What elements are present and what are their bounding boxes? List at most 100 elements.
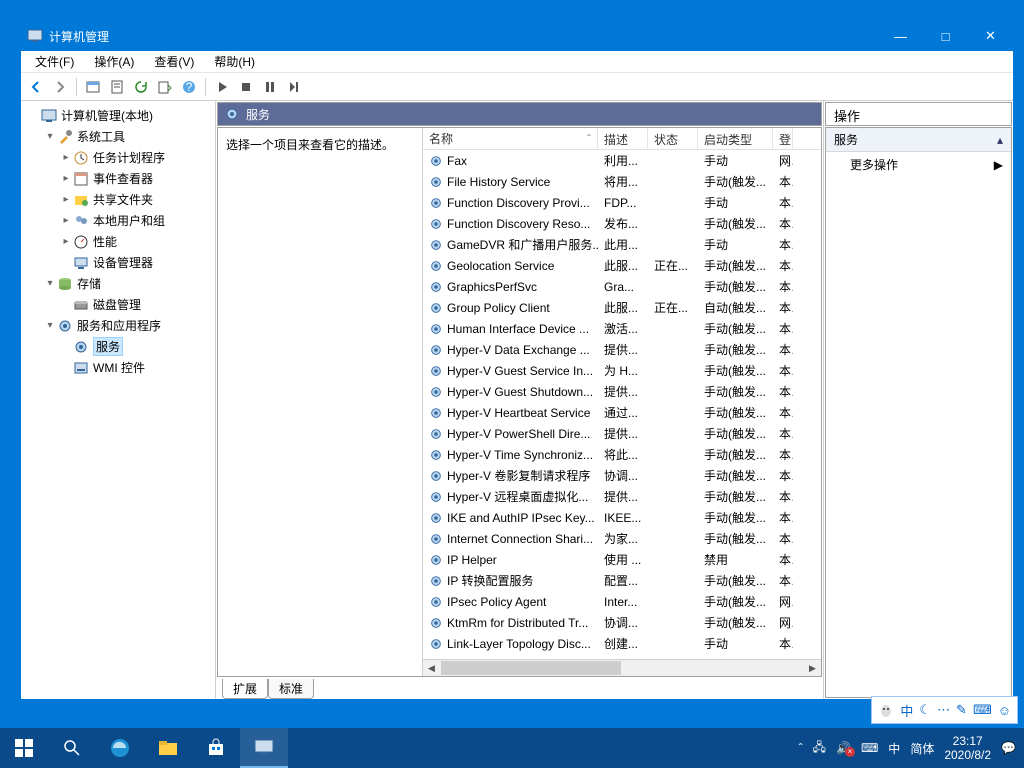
tray-notifications-icon[interactable]: 💬 (1001, 741, 1016, 755)
edge-icon[interactable] (96, 728, 144, 768)
back-button[interactable] (25, 76, 47, 98)
service-row[interactable]: Hyper-V Guest Service In...为 H...手动(触发..… (423, 360, 821, 381)
ime-wrench-icon[interactable]: ✎ (956, 702, 967, 718)
col-status[interactable]: 状态 (648, 128, 698, 149)
ime-smile-icon[interactable]: ☺ (998, 703, 1011, 718)
ime-lang-button[interactable]: 中 (900, 701, 913, 720)
service-row[interactable]: Human Interface Device ...激活...手动(触发...本 (423, 318, 821, 339)
start-button[interactable] (0, 728, 48, 768)
menu-view[interactable]: 查看(V) (146, 51, 202, 72)
maximize-button[interactable]: □ (923, 21, 968, 51)
tray-clock[interactable]: 23:17 2020/8/2 (944, 734, 991, 763)
tab-standard[interactable]: 标准 (268, 679, 314, 699)
service-row[interactable]: Hyper-V Heartbeat Service通过...手动(触发...本 (423, 402, 821, 423)
pause-service-button[interactable] (259, 76, 281, 98)
service-row[interactable]: Hyper-V Guest Shutdown...提供...手动(触发...本 (423, 381, 821, 402)
tray-volume-icon[interactable]: 🔊× (836, 741, 851, 755)
refresh-button[interactable] (130, 76, 152, 98)
service-row[interactable]: Function Discovery Reso...发布...手动(触发...本 (423, 213, 821, 234)
tree-twisty-icon[interactable]: ▸ (59, 152, 73, 163)
menu-help[interactable]: 帮助(H) (206, 51, 263, 72)
col-name[interactable]: 名称 (429, 130, 453, 147)
export-button[interactable] (154, 76, 176, 98)
actions-section[interactable]: 服务 ▴ (826, 128, 1011, 152)
ime-moon-icon[interactable]: ☾ (919, 702, 931, 718)
service-list[interactable]: Fax利用...手动网File History Service将用...手动(触… (423, 150, 821, 659)
service-row[interactable]: Link-Layer Topology Disc...创建...手动本 (423, 633, 821, 654)
store-icon[interactable] (192, 728, 240, 768)
titlebar[interactable]: 计算机管理 — □ ✕ (21, 21, 1013, 51)
tree-item-8[interactable]: ▾存储 (23, 273, 213, 294)
tree-twisty-icon[interactable]: ▾ (43, 320, 57, 331)
tab-extended[interactable]: 扩展 (222, 679, 268, 699)
tree-item-2[interactable]: ▸任务计划程序 (23, 147, 213, 168)
tree-twisty-icon[interactable]: ▸ (59, 215, 73, 226)
tree-twisty-icon[interactable]: ▸ (59, 173, 73, 184)
tree-twisty-icon[interactable]: ▸ (59, 194, 73, 205)
tray-keyboard-icon[interactable]: ⌨ (861, 741, 878, 755)
service-row[interactable]: IKE and AuthIP IPsec Key...IKEE...手动(触发.… (423, 507, 821, 528)
properties-button[interactable] (106, 76, 128, 98)
scrollbar-thumb[interactable] (441, 661, 621, 675)
help-button[interactable]: ? (178, 76, 200, 98)
service-row[interactable]: KtmRm for Distributed Tr...协调...手动(触发...… (423, 612, 821, 633)
stop-service-button[interactable] (235, 76, 257, 98)
tree-twisty-icon[interactable]: ▸ (59, 236, 73, 247)
up-button[interactable] (82, 76, 104, 98)
col-startup[interactable]: 启动类型 (698, 128, 773, 149)
tree-item-12[interactable]: WMI 控件 (23, 357, 213, 378)
col-desc[interactable]: 描述 (598, 128, 648, 149)
tree-item-9[interactable]: 磁盘管理 (23, 294, 213, 315)
service-row[interactable]: Geolocation Service此服...正在...手动(触发...本 (423, 255, 821, 276)
service-row[interactable]: Internet Connection Shari...为家...手动(触发..… (423, 528, 821, 549)
nav-tree[interactable]: 计算机管理(本地)▾系统工具▸任务计划程序▸事件查看器▸共享文件夹▸本地用户和组… (21, 101, 216, 699)
service-row[interactable]: Function Discovery Provi...FDP...手动本 (423, 192, 821, 213)
service-row[interactable]: GameDVR 和广播用户服务...此用...手动本 (423, 234, 821, 255)
tray-ime-mode[interactable]: 简体 (910, 740, 934, 757)
start-service-button[interactable] (211, 76, 233, 98)
tree-item-7[interactable]: 设备管理器 (23, 252, 213, 273)
service-row[interactable]: Hyper-V PowerShell Dire...提供...手动(触发...本 (423, 423, 821, 444)
service-row[interactable]: IP 转换配置服务配置...手动(触发...本 (423, 570, 821, 591)
tree-item-0[interactable]: 计算机管理(本地) (23, 105, 213, 126)
search-button[interactable] (48, 728, 96, 768)
service-row[interactable]: Fax利用...手动网 (423, 150, 821, 171)
tree-twisty-icon[interactable]: ▾ (43, 278, 57, 289)
ime-dots-icon[interactable]: ⋯ (937, 702, 950, 718)
service-row[interactable]: Hyper-V Data Exchange ...提供...手动(触发...本 (423, 339, 821, 360)
list-header[interactable]: 名称ˆ 描述 状态 启动类型 登 (423, 128, 821, 150)
service-row[interactable]: Hyper-V Time Synchroniz...将此...手动(触发...本 (423, 444, 821, 465)
taskbar-mmc-icon[interactable] (240, 728, 288, 768)
horizontal-scrollbar[interactable]: ◀ ▶ (423, 659, 821, 676)
forward-button[interactable] (49, 76, 71, 98)
tray-ime-lang[interactable]: 中 (888, 740, 900, 757)
tray-network-icon[interactable]: 🖧 (813, 738, 826, 759)
menu-file[interactable]: 文件(F) (27, 51, 82, 72)
ime-keyboard-icon[interactable]: ⌨ (973, 702, 992, 718)
tree-item-1[interactable]: ▾系统工具 (23, 126, 213, 147)
service-row[interactable]: Group Policy Client此服...正在...自动(触发...本 (423, 297, 821, 318)
tree-item-4[interactable]: ▸共享文件夹 (23, 189, 213, 210)
tray-chevron-icon[interactable]: ˆ (799, 741, 803, 755)
taskbar[interactable]: ˆ 🖧 🔊× ⌨ 中 简体 23:17 2020/8/2 💬 (0, 728, 1024, 768)
scroll-left-icon[interactable]: ◀ (423, 660, 440, 677)
minimize-button[interactable]: — (878, 21, 923, 51)
tree-item-10[interactable]: ▾服务和应用程序 (23, 315, 213, 336)
ime-floating-bar[interactable]: 中 ☾ ⋯ ✎ ⌨ ☺ (871, 696, 1018, 724)
tree-item-11[interactable]: 服务 (23, 336, 213, 357)
menu-action[interactable]: 操作(A) (86, 51, 142, 72)
tree-item-3[interactable]: ▸事件查看器 (23, 168, 213, 189)
scroll-right-icon[interactable]: ▶ (804, 660, 821, 677)
more-actions-item[interactable]: 更多操作 ▶ (826, 152, 1011, 177)
restart-service-button[interactable] (283, 76, 305, 98)
explorer-icon[interactable] (144, 728, 192, 768)
close-button[interactable]: ✕ (968, 21, 1013, 51)
service-row[interactable]: Hyper-V 远程桌面虚拟化...提供...手动(触发...本 (423, 486, 821, 507)
col-logon[interactable]: 登 (773, 128, 793, 149)
tree-item-5[interactable]: ▸本地用户和组 (23, 210, 213, 231)
service-row[interactable]: File History Service将用...手动(触发...本 (423, 171, 821, 192)
service-row[interactable]: GraphicsPerfSvcGra...手动(触发...本 (423, 276, 821, 297)
collapse-icon[interactable]: ▴ (997, 133, 1003, 147)
tree-item-6[interactable]: ▸性能 (23, 231, 213, 252)
service-row[interactable]: Hyper-V 卷影复制请求程序协调...手动(触发...本 (423, 465, 821, 486)
